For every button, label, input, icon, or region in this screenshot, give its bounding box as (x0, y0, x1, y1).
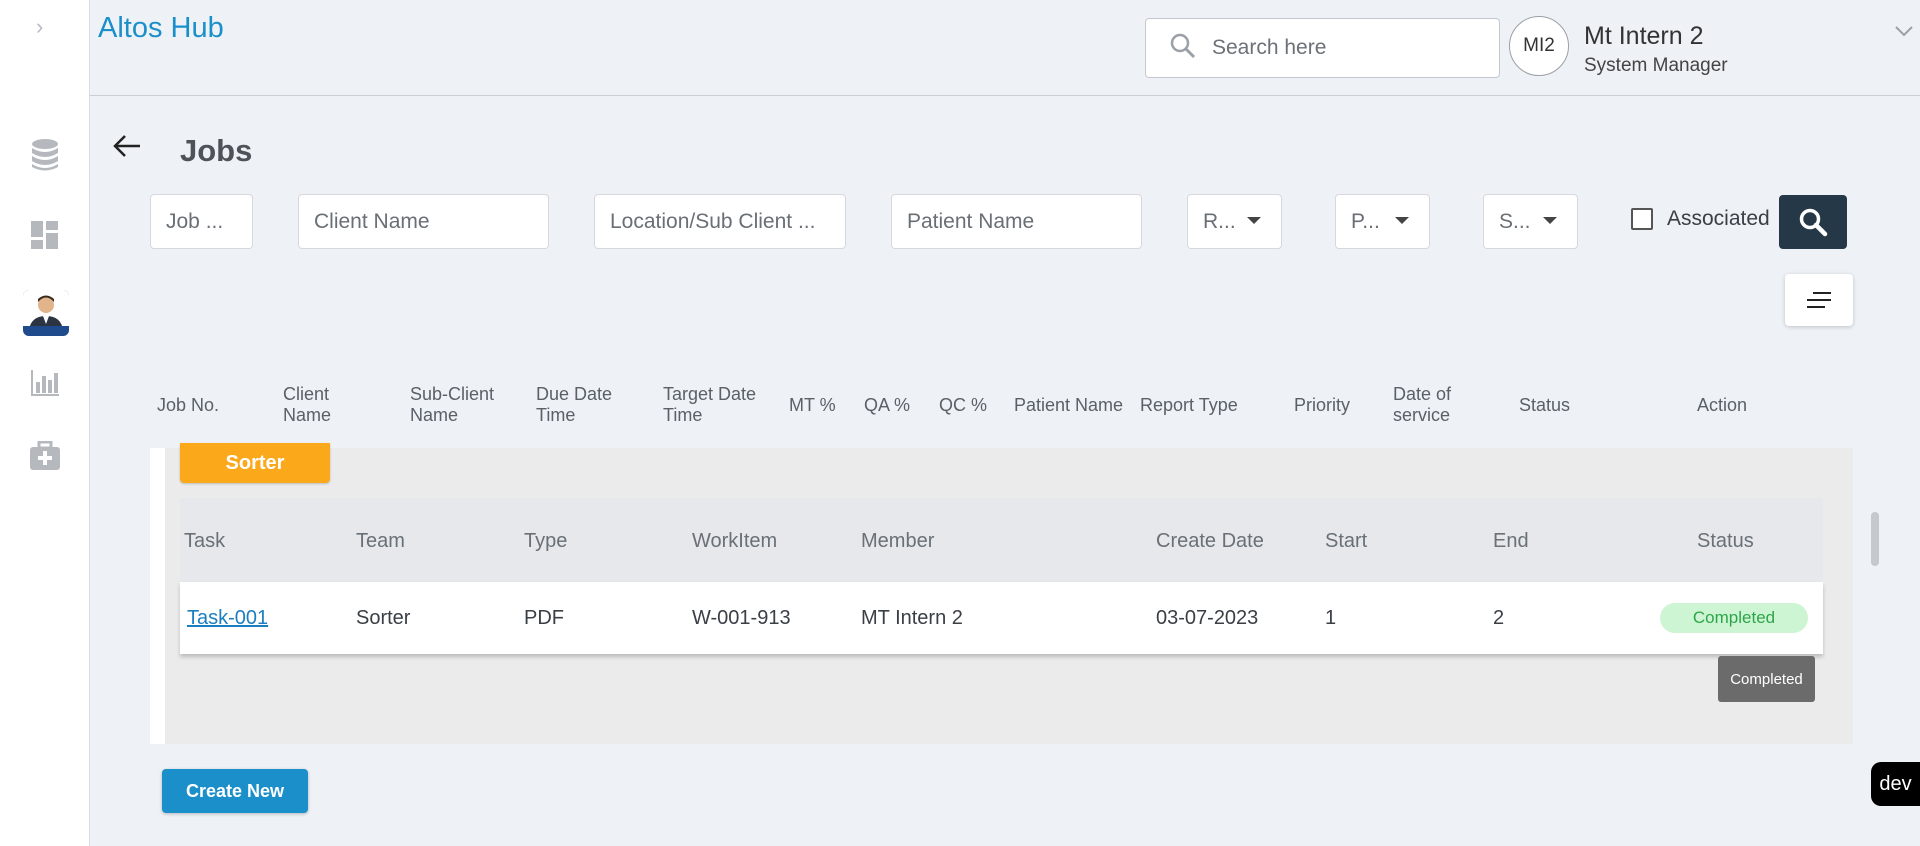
env-badge: dev (1871, 762, 1920, 806)
task-col-team: Team (356, 530, 405, 552)
col-mt-percent: MT % (789, 395, 836, 415)
status-value: S... (1499, 209, 1531, 233)
task-type: PDF (524, 607, 564, 629)
job-no-filter[interactable]: Job ... (150, 194, 253, 249)
search-icon (1799, 208, 1828, 237)
task-col-workitem: WorkItem (692, 530, 778, 552)
expand-sidebar-icon[interactable]: › (36, 14, 43, 40)
col-target-date: Target Date Time (663, 384, 757, 425)
col-job-no: Job No. (157, 395, 220, 415)
user-avatar[interactable]: MI2 (1509, 16, 1569, 76)
associated-label: Associated (1667, 207, 1770, 230)
col-status: Status (1519, 395, 1571, 415)
user-role: System Manager (1584, 55, 1728, 76)
priority-select[interactable]: P... (1335, 194, 1430, 249)
task-end: 2 (1493, 607, 1505, 629)
col-qc-percent: QC % (939, 395, 988, 415)
sidebar: › (0, 0, 90, 846)
caret-down-icon (1247, 217, 1261, 224)
page-title: Jobs (180, 133, 253, 168)
task-team: Sorter (356, 607, 411, 629)
dashboard-icon[interactable] (25, 215, 65, 255)
task-workitem: W-001-913 (692, 607, 791, 629)
task-create-date: 03-07-2023 (1156, 607, 1259, 629)
priority-value: P... (1351, 209, 1380, 233)
profile-avatar-icon[interactable] (23, 290, 69, 336)
task-id[interactable]: Task-001 (187, 607, 268, 629)
search-icon (1170, 33, 1196, 64)
report-type-value: R... (1203, 209, 1236, 233)
medical-kit-icon[interactable] (25, 436, 65, 476)
task-col-member: Member (861, 530, 935, 552)
chevron-down-icon[interactable] (1895, 24, 1913, 42)
status-tooltip: Completed (1718, 656, 1815, 702)
global-search[interactable] (1145, 18, 1500, 78)
location-filter[interactable]: Location/Sub Client ... (594, 194, 846, 249)
associated-checkbox[interactable] (1631, 208, 1653, 230)
user-name: Mt Intern 2 (1584, 22, 1704, 50)
task-table-header (180, 498, 1823, 582)
status-select[interactable]: S... (1483, 194, 1578, 249)
app-title: Altos Hub (98, 12, 224, 44)
sort-lines-icon (1807, 292, 1831, 308)
database-icon[interactable] (25, 135, 65, 175)
col-sub-client-name: Sub-Client Name (410, 384, 495, 425)
task-col-status: Status (1697, 530, 1754, 552)
top-bar: Altos Hub MI2 Mt Intern 2 System Manager (90, 0, 1920, 96)
client-name-filter[interactable]: Client Name (298, 194, 549, 249)
task-col-create-date: Create Date (1156, 530, 1264, 552)
search-button[interactable] (1779, 195, 1847, 249)
col-due-date: Due Date Time (536, 384, 613, 425)
status-badge: Completed (1660, 603, 1808, 633)
report-type-select[interactable]: R... (1187, 194, 1282, 249)
task-member: MT Intern 2 (861, 607, 963, 629)
table-row (180, 582, 1823, 654)
col-report-type: Report Type (1140, 395, 1238, 415)
task-link[interactable]: Task-001 (187, 607, 268, 630)
sort-button[interactable] (1785, 274, 1853, 326)
sorter-tag[interactable]: Sorter (180, 443, 330, 483)
scrollbar-thumb[interactable] (1871, 512, 1879, 566)
bar-chart-icon[interactable] (25, 362, 65, 402)
task-col-task: Task (184, 530, 226, 552)
col-patient-name: Patient Name (1014, 395, 1124, 415)
col-date-of-service: Date of service (1393, 384, 1452, 425)
col-priority: Priority (1294, 395, 1351, 415)
task-col-start: Start (1325, 530, 1368, 552)
search-input[interactable] (1212, 36, 1452, 60)
back-arrow-icon[interactable] (112, 134, 142, 163)
task-col-end: End (1493, 530, 1529, 552)
task-col-type: Type (524, 530, 568, 552)
col-action: Action (1697, 395, 1748, 415)
col-qa-percent: QA % (864, 395, 911, 415)
caret-down-icon (1543, 217, 1557, 224)
patient-name-filter[interactable]: Patient Name (891, 194, 1142, 249)
create-new-button[interactable]: Create New (162, 769, 308, 813)
col-client-name: Client Name (283, 384, 332, 425)
task-start: 1 (1325, 607, 1337, 629)
caret-down-icon (1395, 217, 1409, 224)
